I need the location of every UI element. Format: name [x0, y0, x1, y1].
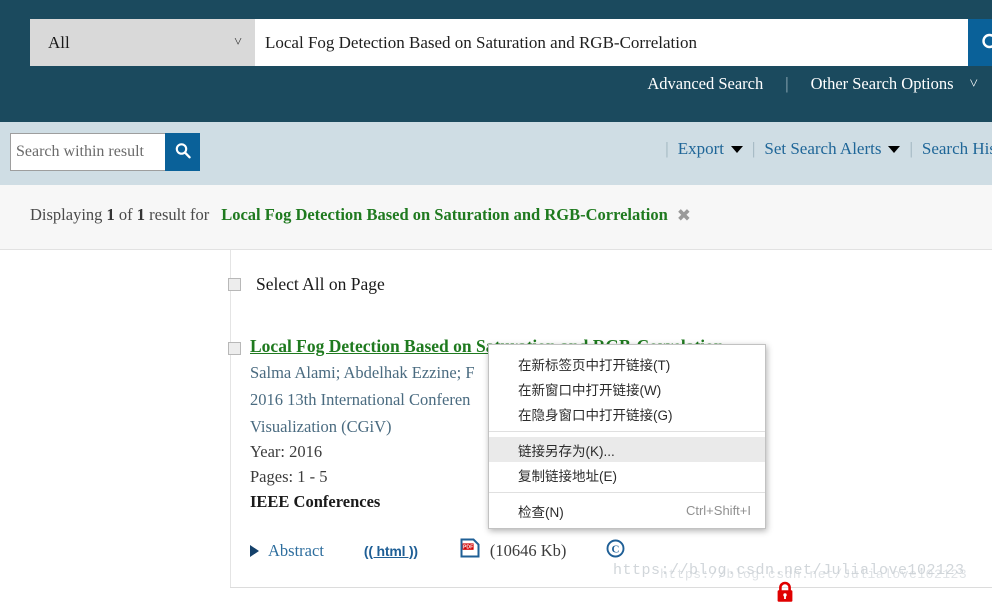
summary-prefix: Displaying [30, 205, 102, 225]
browser-context-menu: 在新标签页中打开链接(T) 在新窗口中打开链接(W) 在隐身窗口中打开链接(G)… [488, 344, 766, 529]
toolbar-separator-3: | [909, 139, 912, 159]
pdf-download-group[interactable]: PDF (10646 Kb) [460, 538, 567, 563]
context-menu-item-label: 在新标签页中打开链接(T) [518, 354, 670, 374]
result-action-row: Abstract (( html )) PDF (10646 Kb) C [250, 538, 625, 563]
context-menu-item-label: 在新窗口中打开链接(W) [518, 379, 661, 399]
context-menu-item-inspect[interactable]: 检查(N) Ctrl+Shift+I [489, 498, 765, 523]
header-link-group: Advanced Search | Other Search Options ˅ [647, 74, 984, 94]
search-within-button[interactable] [165, 133, 200, 171]
chevron-down-icon: ˅ [234, 36, 242, 50]
advanced-search-link[interactable]: Advanced Search [647, 74, 763, 94]
context-menu-item-save-link-as[interactable]: 链接另存为(K)... [489, 437, 765, 462]
lock-icon [775, 581, 795, 605]
triangle-right-icon [250, 545, 259, 557]
context-menu-separator [489, 431, 765, 432]
chevron-down-icon[interactable]: ˅ [970, 76, 978, 93]
caret-down-icon[interactable] [888, 146, 900, 153]
other-search-options-link[interactable]: Other Search Options [811, 74, 954, 94]
context-menu-item-label: 复制链接地址(E) [518, 465, 617, 485]
results-summary-text: Displaying 1 of 1 result for Local Fog D… [30, 205, 691, 225]
summary-suffix: result for [149, 205, 209, 225]
search-scope-value: All [48, 33, 70, 53]
context-menu-item-label: 在隐身窗口中打开链接(G) [518, 404, 673, 424]
result-checkbox[interactable] [228, 342, 241, 355]
site-header: All ˅ Advanced Search | Other Search Opt… [0, 0, 992, 122]
result-bottom-divider [230, 587, 992, 588]
search-icon [174, 142, 192, 163]
summary-count: 1 [107, 205, 115, 225]
select-all-checkbox[interactable] [228, 278, 241, 291]
results-toolbar: | Export | Set Search Alerts | Search Hi… [0, 122, 992, 185]
context-menu-item-accelerator: Ctrl+Shift+I [686, 503, 751, 518]
pdf-file-size: (10646 Kb) [490, 541, 567, 561]
summary-of: of [119, 205, 133, 225]
toolbar-separator-1: | [665, 139, 668, 159]
search-scope-dropdown[interactable]: All ˅ [30, 19, 255, 66]
pdf-icon: PDF [460, 538, 480, 563]
search-within-input[interactable] [10, 133, 165, 171]
context-menu-item-label: 链接另存为(K)... [518, 440, 615, 460]
main-search-bar: All ˅ [30, 19, 992, 66]
context-menu-item-open-in-incognito[interactable]: 在隐身窗口中打开链接(G) [489, 401, 765, 426]
search-icon [980, 32, 992, 54]
html-link[interactable]: (( html )) [364, 543, 418, 559]
caret-down-icon[interactable] [731, 146, 743, 153]
search-input[interactable] [255, 19, 968, 66]
search-submit-button[interactable] [968, 19, 992, 66]
select-all-row: Select All on Page [228, 274, 385, 295]
header-link-separator: | [785, 74, 788, 94]
context-menu-item-open-in-new-tab[interactable]: 在新标签页中打开链接(T) [489, 351, 765, 376]
context-menu-separator [489, 492, 765, 493]
search-history-link[interactable]: Search His [922, 139, 992, 159]
toolbar-separator-2: | [752, 139, 755, 159]
results-summary-bar: Displaying 1 of 1 result for Local Fog D… [0, 185, 992, 250]
context-menu-item-copy-link-address[interactable]: 复制链接地址(E) [489, 462, 765, 487]
copyright-icon[interactable]: C [606, 539, 625, 563]
svg-text:PDF: PDF [463, 545, 473, 551]
select-all-label: Select All on Page [256, 274, 385, 295]
summary-total: 1 [137, 205, 145, 225]
summary-query-term: Local Fog Detection Based on Saturation … [221, 205, 668, 225]
abstract-label: Abstract [268, 541, 324, 561]
toolbar-link-group: | Export | Set Search Alerts | Search Hi… [656, 139, 992, 159]
set-search-alerts-menu[interactable]: Set Search Alerts [764, 139, 881, 159]
svg-text:C: C [612, 543, 620, 555]
close-x-icon[interactable]: ✖ [677, 207, 691, 224]
search-within-results-group [10, 133, 200, 171]
abstract-toggle[interactable]: Abstract [250, 541, 324, 561]
context-menu-item-open-in-new-window[interactable]: 在新窗口中打开链接(W) [489, 376, 765, 401]
context-menu-item-label: 检查(N) [518, 501, 564, 521]
export-menu[interactable]: Export [678, 139, 724, 159]
